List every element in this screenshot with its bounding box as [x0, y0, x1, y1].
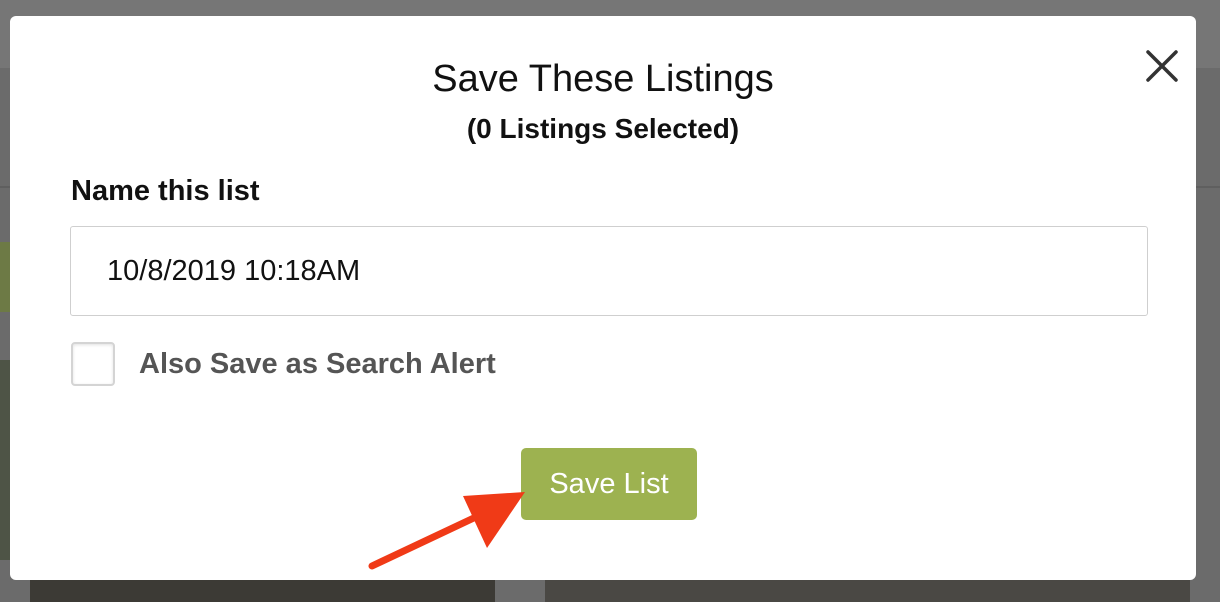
search-alert-label: Also Save as Search Alert: [139, 348, 496, 380]
save-listings-modal: Save These Listings (0 Listings Selected…: [10, 16, 1196, 580]
close-button[interactable]: [1140, 44, 1184, 88]
search-alert-checkbox[interactable]: [71, 342, 115, 386]
modal-title: Save These Listings: [432, 58, 774, 100]
list-name-label: Name this list: [71, 175, 260, 207]
search-alert-option[interactable]: Also Save as Search Alert: [71, 340, 496, 388]
close-icon: [1146, 50, 1178, 82]
list-name-input[interactable]: [70, 226, 1148, 316]
red-arrow-icon: [368, 492, 525, 570]
save-list-button[interactable]: Save List: [521, 448, 697, 520]
selected-count: (0 Listings Selected): [466, 113, 740, 144]
